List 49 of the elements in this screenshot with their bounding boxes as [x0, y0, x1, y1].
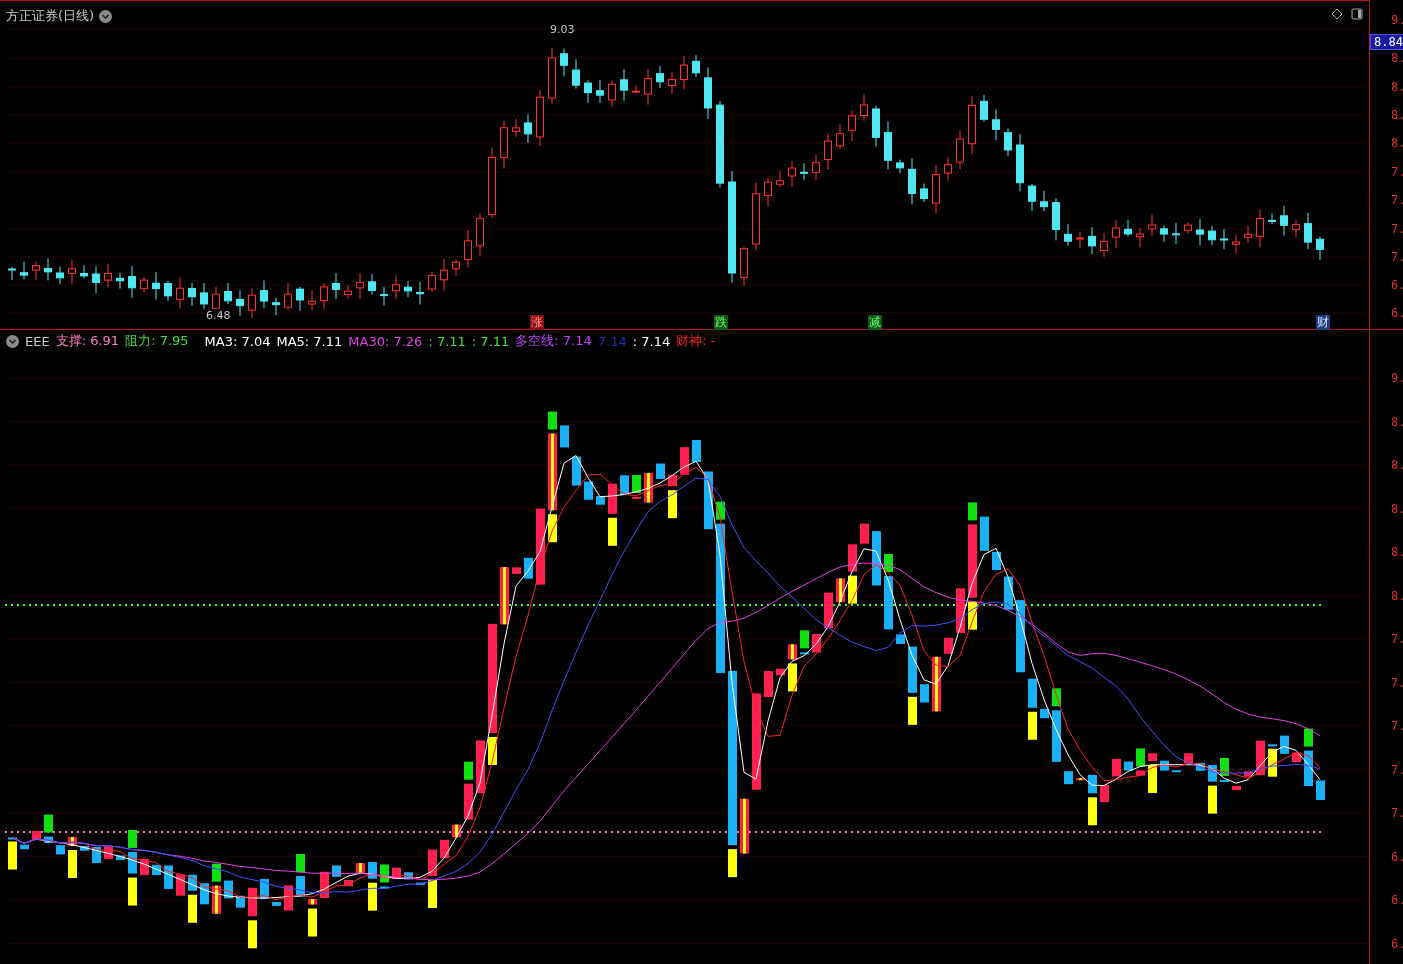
chevron-down-icon[interactable]: [6, 334, 19, 348]
axis-label: 8.: [1391, 545, 1403, 559]
axis-label: 8.: [1391, 108, 1403, 122]
legend-item: 阻力: 7.95: [125, 332, 189, 350]
legend-item: 财神: -: [676, 332, 716, 350]
axis-label: 7.: [1391, 675, 1403, 690]
legend-item: : 7.11: [471, 333, 510, 349]
axis-label: 7.: [1391, 762, 1403, 777]
axis-label: 7.: [1391, 222, 1403, 236]
legend-item: 7.14: [597, 333, 627, 349]
legend-item: : 7.11: [428, 333, 466, 349]
event-marker[interactable]: 减: [868, 315, 882, 330]
legend-item: 多空线: 7.14: [515, 332, 592, 350]
axis-label: 6.: [1391, 306, 1403, 320]
price-badge: 8.84: [1370, 34, 1403, 50]
high-price-label: 9.03: [549, 23, 576, 36]
diamond-icon[interactable]: [1331, 8, 1343, 20]
axis-label: 6.: [1391, 849, 1403, 864]
axis-label: 8.: [1391, 501, 1403, 516]
axis-label: 9.: [1391, 13, 1403, 27]
axis-label: 8.: [1391, 136, 1403, 150]
square-icon[interactable]: [1351, 8, 1363, 20]
axis-label: 8.: [1391, 458, 1403, 472]
axis-label: 6.: [1391, 936, 1403, 951]
axis-label: 7.: [1391, 806, 1403, 820]
axis-label: 6.: [1391, 278, 1403, 292]
axis-label: 8.: [1391, 80, 1403, 94]
axis-label: 8.: [1391, 414, 1403, 429]
legend-item: : 7.14: [632, 333, 671, 349]
axis-label: 7.: [1391, 632, 1403, 646]
axis-label: 8.: [1391, 588, 1403, 603]
event-marker[interactable]: 财: [1316, 315, 1330, 330]
legend-item: MA30: 7.26: [348, 333, 423, 349]
legend-item: 支撑: 6.91: [55, 332, 120, 350]
legend-item: EEE: [25, 333, 50, 349]
event-marker[interactable]: 跌: [714, 315, 728, 330]
legend-item: MA3: 7.04: [204, 333, 271, 349]
axis-label: 7.: [1391, 719, 1403, 733]
legend-item: MA5: 7.11: [276, 333, 343, 349]
axis-label: 8.: [1391, 51, 1403, 65]
axis-label: 9.: [1391, 371, 1403, 385]
low-price-label: 6.48: [205, 309, 232, 322]
axis-label: 7.: [1391, 250, 1403, 264]
axis-label: 7.: [1391, 165, 1403, 179]
chevron-down-icon[interactable]: [99, 9, 113, 23]
chart-title: 方正证券(日线): [6, 7, 95, 25]
event-marker[interactable]: 涨: [530, 315, 544, 330]
axis-label: 7.: [1391, 193, 1403, 207]
axis-label: 6.: [1391, 893, 1403, 907]
